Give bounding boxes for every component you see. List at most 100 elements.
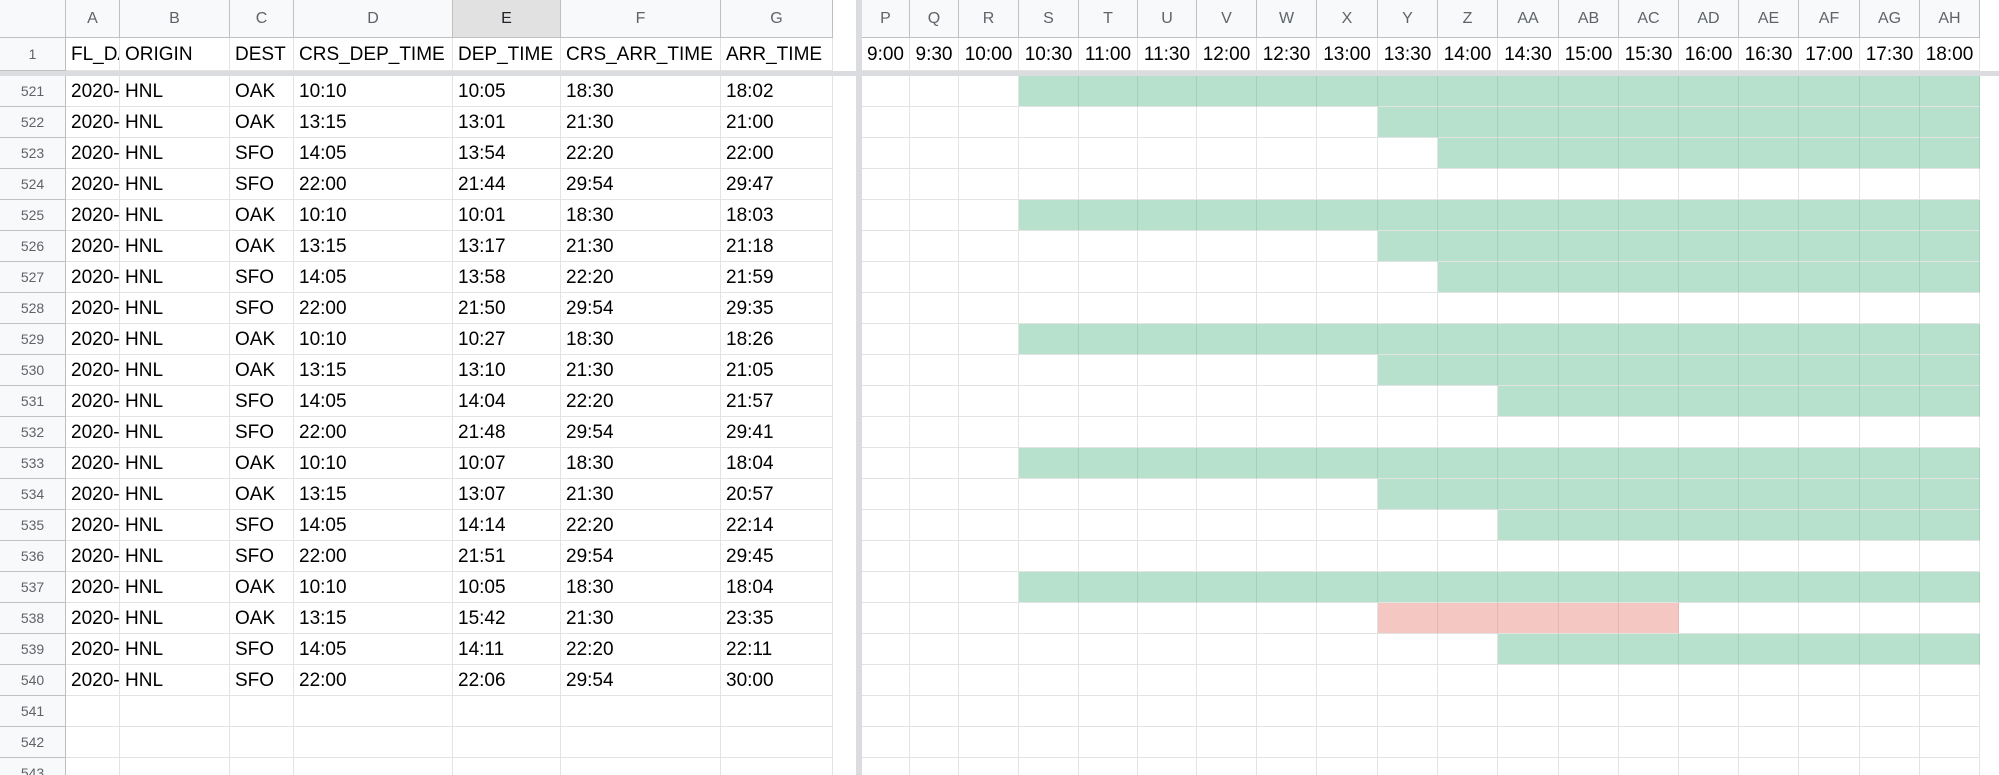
timeline-cell[interactable] (862, 138, 910, 169)
empty-cell[interactable] (1079, 727, 1138, 758)
data-cell[interactable]: 23:35 (721, 603, 833, 634)
empty-cell[interactable] (862, 696, 910, 727)
time-header-cell[interactable]: 16:30 (1739, 38, 1799, 71)
timeline-cell-ontime[interactable] (1799, 200, 1860, 231)
timeline-cell[interactable] (1019, 510, 1079, 541)
data-cell[interactable]: HNL (120, 448, 230, 479)
timeline-cell-ontime[interactable] (1498, 448, 1559, 479)
row-header[interactable]: 530 (0, 355, 66, 386)
timeline-cell[interactable] (1257, 541, 1317, 572)
timeline-cell[interactable] (1079, 355, 1138, 386)
timeline-cell-ontime[interactable] (1619, 324, 1679, 355)
timeline-cell[interactable] (1138, 355, 1197, 386)
timeline-cell-ontime[interactable] (1619, 107, 1679, 138)
timeline-cell[interactable] (1559, 665, 1619, 696)
timeline-cell-ontime[interactable] (1799, 479, 1860, 510)
data-cell[interactable]: 14:11 (453, 634, 561, 665)
row-header[interactable]: 539 (0, 634, 66, 665)
timeline-cell[interactable] (1138, 541, 1197, 572)
column-header-ae[interactable]: AE (1739, 0, 1799, 38)
empty-cell[interactable] (66, 696, 120, 727)
timeline-cell-late[interactable] (1498, 603, 1559, 634)
timeline-cell[interactable] (1257, 355, 1317, 386)
data-cell[interactable]: OAK (230, 572, 294, 603)
timeline-cell-ontime[interactable] (1619, 76, 1679, 107)
timeline-cell[interactable] (1079, 138, 1138, 169)
timeline-cell-ontime[interactable] (1498, 572, 1559, 603)
data-cell[interactable]: 21:57 (721, 386, 833, 417)
timeline-cell-ontime[interactable] (1679, 76, 1739, 107)
header-cell-arr-time[interactable]: ARR_TIME (721, 38, 833, 71)
timeline-cell-ontime[interactable] (1860, 138, 1920, 169)
empty-cell[interactable] (1317, 727, 1378, 758)
data-cell[interactable]: 2020-04-30 (66, 634, 120, 665)
data-cell[interactable]: 14:05 (294, 510, 453, 541)
timeline-cell[interactable] (862, 448, 910, 479)
timeline-cell[interactable] (1257, 479, 1317, 510)
timeline-cell-ontime[interactable] (1619, 572, 1679, 603)
time-header-cell[interactable]: 17:00 (1799, 38, 1860, 71)
data-cell[interactable]: 14:05 (294, 634, 453, 665)
row-header[interactable]: 542 (0, 727, 66, 758)
data-cell[interactable]: 13:07 (453, 479, 561, 510)
data-cell[interactable]: 22:20 (561, 634, 721, 665)
empty-cell[interactable] (1197, 727, 1257, 758)
timeline-cell-ontime[interactable] (1920, 510, 1980, 541)
data-cell[interactable]: 22:20 (561, 386, 721, 417)
data-cell[interactable]: 18:02 (721, 76, 833, 107)
timeline-cell-ontime[interactable] (1138, 76, 1197, 107)
data-cell[interactable]: 2020-04-27 (66, 200, 120, 231)
data-cell[interactable]: 21:30 (561, 479, 721, 510)
timeline-cell[interactable] (1860, 665, 1920, 696)
timeline-cell[interactable] (1019, 231, 1079, 262)
empty-cell[interactable] (1799, 727, 1860, 758)
empty-cell[interactable] (721, 696, 833, 727)
timeline-cell-ontime[interactable] (1799, 231, 1860, 262)
data-cell[interactable]: OAK (230, 76, 294, 107)
timeline-cell[interactable] (862, 76, 910, 107)
data-cell[interactable]: 21:50 (453, 293, 561, 324)
timeline-cell[interactable] (1317, 510, 1378, 541)
data-cell[interactable]: 10:27 (453, 324, 561, 355)
data-cell[interactable]: 18:30 (561, 572, 721, 603)
timeline-cell[interactable] (1920, 293, 1980, 324)
column-header-af[interactable]: AF (1799, 0, 1860, 38)
empty-cell[interactable] (1438, 758, 1498, 775)
timeline-cell-ontime[interactable] (1559, 634, 1619, 665)
empty-cell[interactable] (1619, 696, 1679, 727)
timeline-cell[interactable] (1019, 107, 1079, 138)
timeline-cell-ontime[interactable] (1498, 355, 1559, 386)
column-header-ab[interactable]: AB (1559, 0, 1619, 38)
timeline-cell-ontime[interactable] (1920, 138, 1980, 169)
data-cell[interactable]: 18:04 (721, 572, 833, 603)
timeline-cell[interactable] (1257, 510, 1317, 541)
timeline-cell[interactable] (959, 107, 1019, 138)
empty-cell[interactable] (1739, 758, 1799, 775)
data-cell[interactable]: 2020-04-29 (66, 479, 120, 510)
data-cell[interactable]: 20:57 (721, 479, 833, 510)
data-cell[interactable]: 13:15 (294, 603, 453, 634)
timeline-cell-ontime[interactable] (1438, 107, 1498, 138)
timeline-cell[interactable] (1317, 231, 1378, 262)
empty-cell[interactable] (1138, 696, 1197, 727)
timeline-cell[interactable] (1739, 293, 1799, 324)
data-cell[interactable]: 13:15 (294, 479, 453, 510)
timeline-cell[interactable] (1317, 138, 1378, 169)
timeline-cell-ontime[interactable] (1498, 634, 1559, 665)
timeline-cell-late[interactable] (1378, 603, 1438, 634)
data-cell[interactable]: SFO (230, 634, 294, 665)
column-header-d[interactable]: D (294, 0, 453, 38)
timeline-cell-ontime[interactable] (1799, 572, 1860, 603)
row-header[interactable]: 528 (0, 293, 66, 324)
timeline-cell[interactable] (1197, 169, 1257, 200)
timeline-cell-ontime[interactable] (1378, 448, 1438, 479)
data-cell[interactable]: 2020-04-28 (66, 324, 120, 355)
row-header[interactable]: 538 (0, 603, 66, 634)
data-cell[interactable]: HNL (120, 479, 230, 510)
timeline-cell[interactable] (1138, 634, 1197, 665)
data-cell[interactable]: 22:00 (294, 665, 453, 696)
data-cell[interactable]: 15:42 (453, 603, 561, 634)
data-cell[interactable]: 29:45 (721, 541, 833, 572)
data-cell[interactable]: 10:05 (453, 572, 561, 603)
data-cell[interactable]: 13:54 (453, 138, 561, 169)
